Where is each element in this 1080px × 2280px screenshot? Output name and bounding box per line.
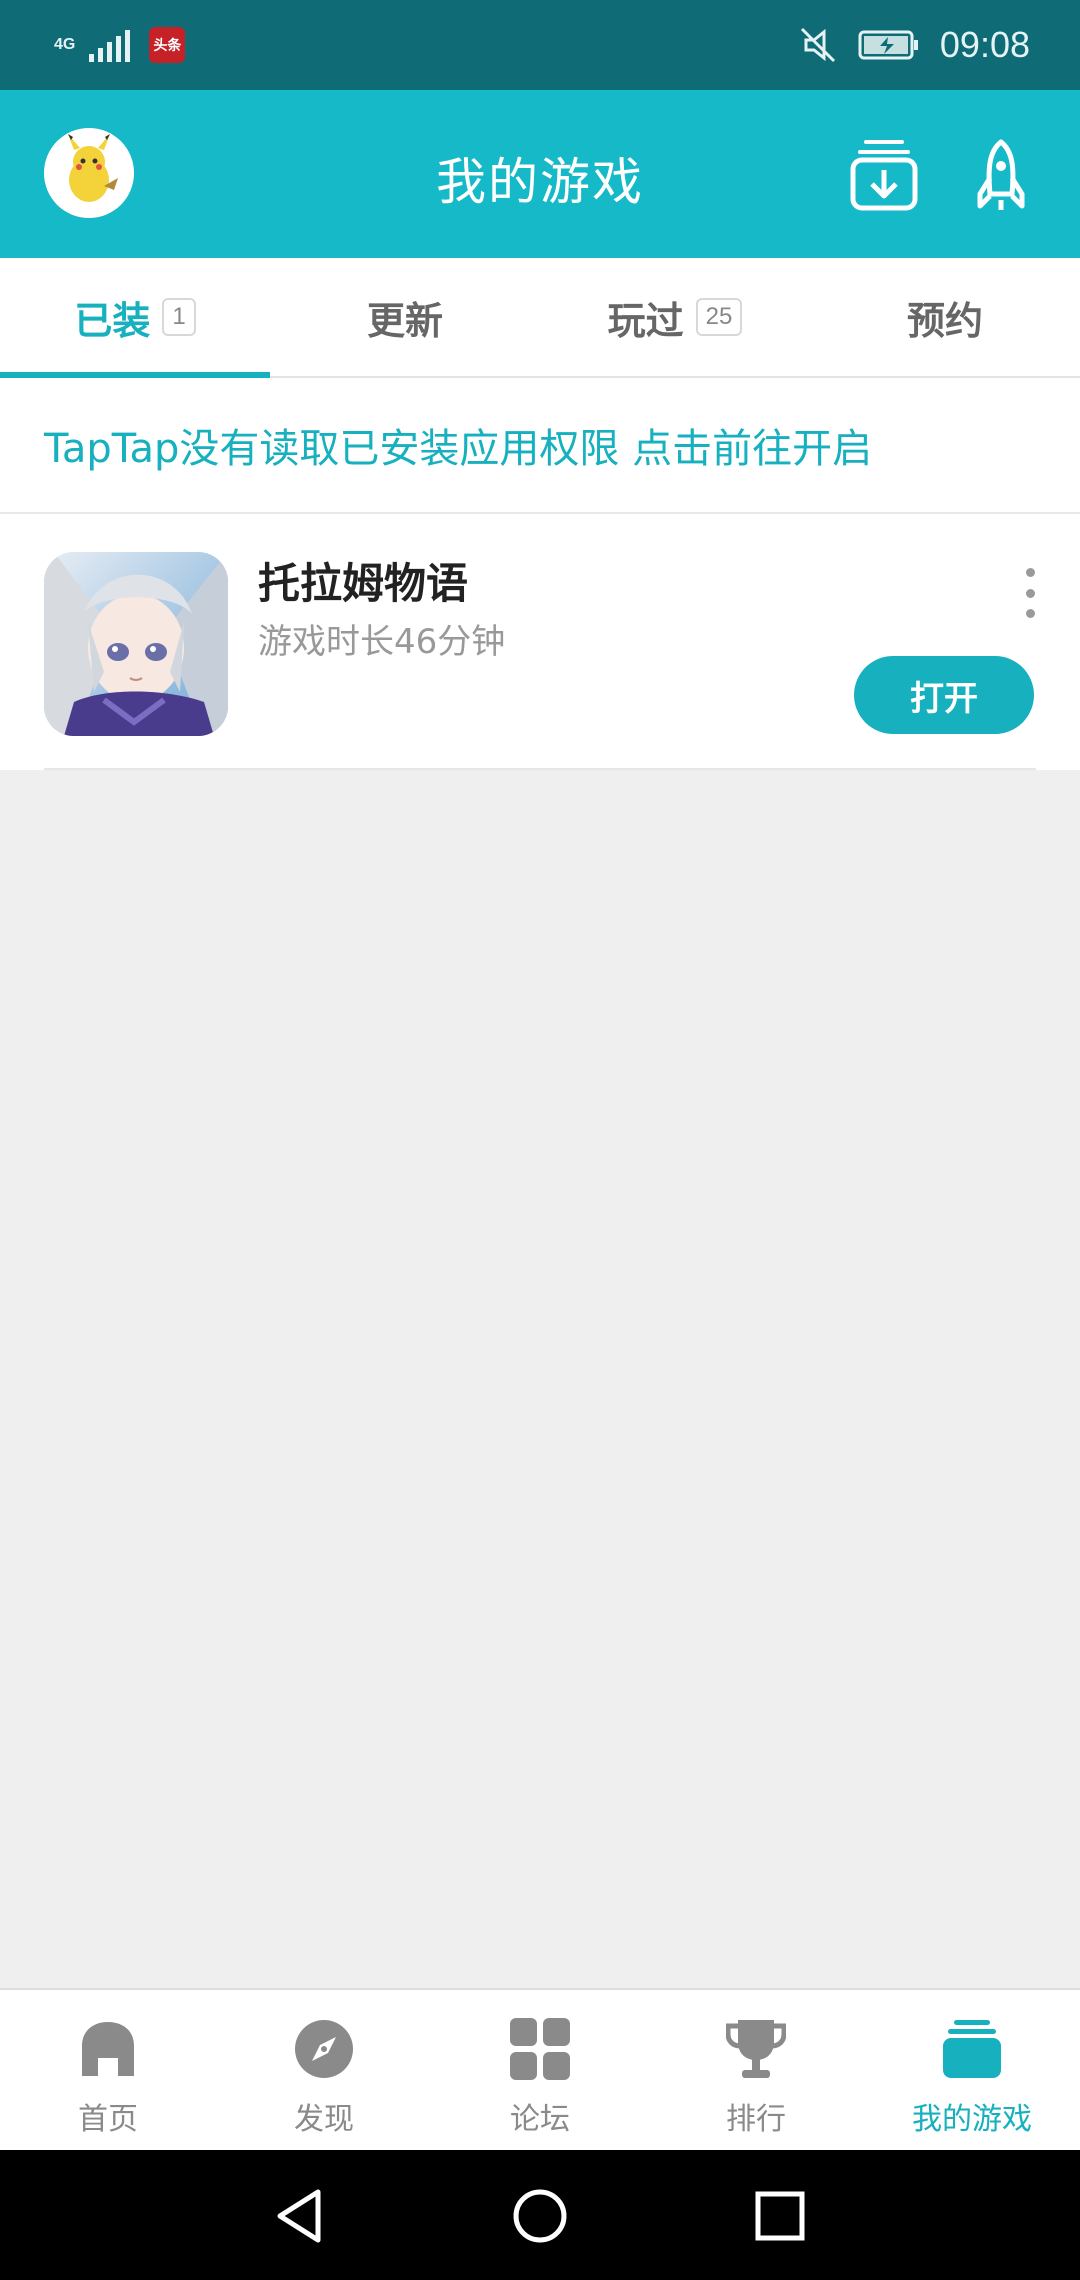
status-bar: 4G 头条 09:08 xyxy=(0,0,1080,90)
nav-item-discover[interactable]: 发现 xyxy=(216,1990,432,2152)
tab-badge: 1 xyxy=(162,298,196,336)
download-manager-button[interactable] xyxy=(850,138,918,212)
tab-label: 玩过 xyxy=(607,298,684,343)
game-artwork-icon xyxy=(44,552,228,736)
nav-item-forum[interactable]: 论坛 xyxy=(432,1990,648,2152)
recents-icon[interactable] xyxy=(750,2186,810,2246)
game-playtime: 游戏时长46分钟 xyxy=(258,622,506,662)
permission-notice[interactable]: TapTap没有读取已安装应用权限 点击前往开启 xyxy=(0,378,1080,514)
nav-label: 首页 xyxy=(78,2102,138,2137)
network-indicator: 4G xyxy=(54,37,75,53)
nav-label: 发现 xyxy=(294,2102,354,2137)
bottom-nav: 首页 发现 论坛 排行 我的游戏 xyxy=(0,1988,1080,2152)
status-left: 4G 头条 xyxy=(54,22,186,68)
tab-label: 预约 xyxy=(906,298,983,343)
news-app-icon: 头条 xyxy=(149,27,186,63)
page-title: 我的游戏 xyxy=(436,153,644,211)
dot-icon xyxy=(1025,609,1035,618)
system-nav-bar xyxy=(0,2150,1080,2280)
game-title: 托拉姆物语 xyxy=(258,559,469,608)
grid-icon xyxy=(510,2018,570,2080)
open-game-button[interactable]: 打开 xyxy=(854,656,1034,734)
nav-item-ranking[interactable]: 排行 xyxy=(648,1990,864,2152)
compass-icon xyxy=(295,2020,353,2078)
news-app-label: 头条 xyxy=(153,38,182,54)
network-type: 4G xyxy=(54,36,76,53)
nav-item-my-games[interactable]: 我的游戏 xyxy=(864,1990,1080,2152)
stack-icon xyxy=(943,2020,1001,2078)
trophy-icon xyxy=(726,2020,786,2078)
status-time: 09:08 xyxy=(939,24,1030,65)
home-circle-icon[interactable] xyxy=(510,2186,570,2246)
tab-installed[interactable]: 已装 1 xyxy=(0,258,270,378)
permission-notice-text[interactable]: TapTap没有读取已安装应用权限 点击前往开启 xyxy=(44,416,872,474)
tab-label: 更新 xyxy=(366,298,443,343)
nav-label: 排行 xyxy=(726,2102,786,2137)
rocket-icon xyxy=(977,139,1025,210)
divider xyxy=(44,768,1036,770)
tab-reserved[interactable]: 预约 xyxy=(810,258,1080,376)
home-icon xyxy=(82,2022,134,2076)
speedup-button[interactable] xyxy=(974,138,1028,214)
game-icon[interactable] xyxy=(44,552,228,736)
tab-label: 已装 xyxy=(74,298,151,343)
tab-bar: 已装 1 更新 玩过 25 预约 xyxy=(0,258,1080,378)
back-icon[interactable] xyxy=(270,2186,330,2246)
tab-updates[interactable]: 更新 xyxy=(270,258,540,376)
more-options-button[interactable] xyxy=(1020,568,1040,618)
list-item[interactable]: 托拉姆物语 游戏时长46分钟 打开 xyxy=(0,514,1080,770)
nav-item-home[interactable]: 首页 xyxy=(0,1990,216,2152)
tab-played[interactable]: 玩过 25 xyxy=(540,258,810,376)
dot-icon xyxy=(1025,568,1035,577)
mute-icon xyxy=(800,27,835,63)
nav-label: 我的游戏 xyxy=(912,2102,1032,2137)
tab-badge: 25 xyxy=(695,298,743,336)
status-right: 09:08 xyxy=(798,18,1030,72)
download-icon xyxy=(850,140,918,211)
battery-icon xyxy=(858,30,918,60)
nav-label: 论坛 xyxy=(510,2102,570,2137)
signal-icon xyxy=(89,30,131,62)
app-header: 我的游戏 xyxy=(0,90,1080,258)
dot-icon xyxy=(1025,588,1035,598)
